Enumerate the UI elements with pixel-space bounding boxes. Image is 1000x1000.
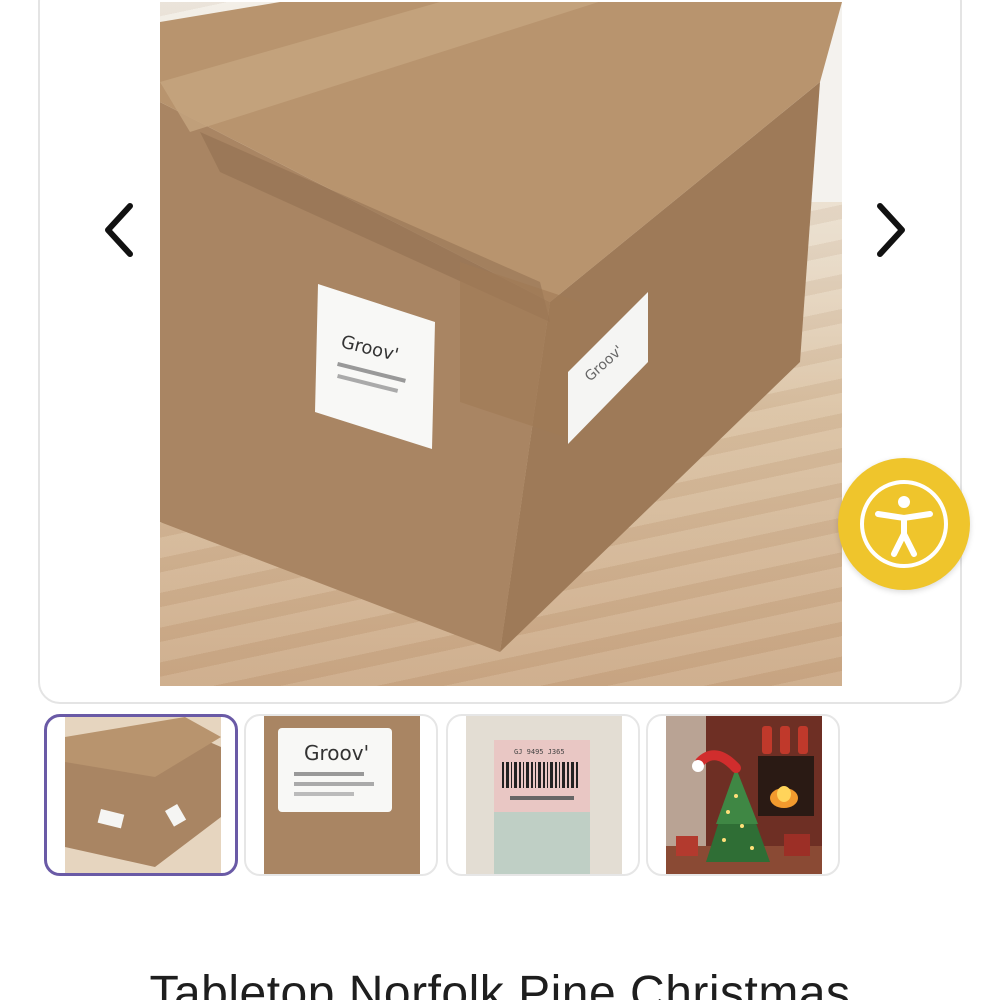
- thumb-box-closed-image: [65, 717, 221, 867]
- thumb-christmas-tree[interactable]: [646, 714, 840, 876]
- main-product-image[interactable]: Groov' Groov': [160, 2, 842, 686]
- product-title: Tabletop Norfolk Pine Christmas: [149, 967, 851, 1000]
- thumb-box-closed[interactable]: [44, 714, 238, 876]
- accessibility-person-icon: [860, 480, 948, 568]
- accessibility-button[interactable]: [838, 458, 970, 590]
- thumb-barcode-image: GJ 9495 J365: [466, 716, 622, 874]
- thumb-box-label-image: Groov': [264, 716, 420, 874]
- shipping-box-illustration: Groov' Groov': [160, 2, 842, 652]
- thumb-box-label[interactable]: Groov': [244, 714, 438, 876]
- thumb-barcode-label[interactable]: GJ 9495 J365: [446, 714, 640, 876]
- thumb-christmas-tree-image: [666, 716, 822, 874]
- next-image-button[interactable]: [860, 194, 920, 266]
- chevron-left-icon: [105, 203, 133, 257]
- chevron-right-icon: [877, 203, 905, 257]
- product-image-gallery: Groov' Groov': [38, 0, 962, 704]
- thumb-barcode-text: GJ 9495 J365: [514, 748, 565, 756]
- thumb-label-brand: Groov': [304, 741, 369, 765]
- previous-image-button[interactable]: [90, 194, 150, 266]
